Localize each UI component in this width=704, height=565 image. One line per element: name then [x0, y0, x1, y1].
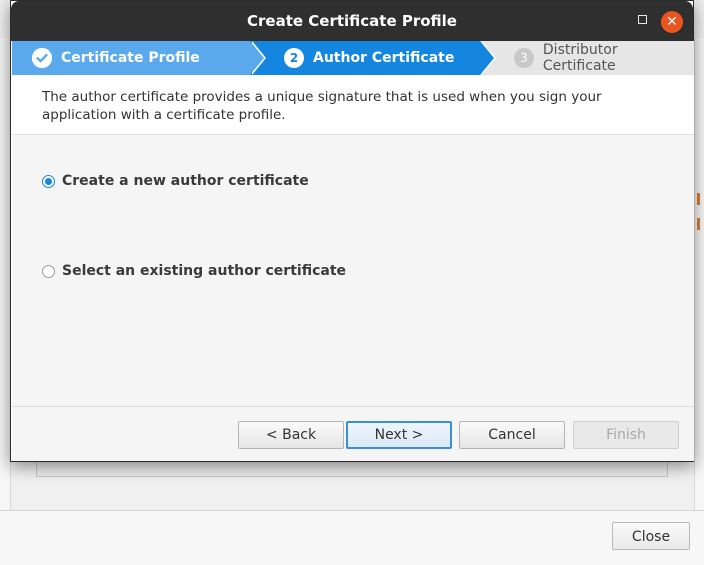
wizard-steps: Certificate Profile 2 Author Certificate… — [12, 41, 694, 75]
option-label[interactable]: Select an existing author certificate — [62, 263, 346, 279]
step-number: 3 — [514, 48, 534, 68]
step-label: Certificate Profile — [61, 50, 200, 66]
scroll-marker — [697, 218, 700, 230]
scroll-marker — [697, 193, 700, 205]
option-create-new[interactable]: Create a new author certificate — [42, 173, 309, 189]
description-text: The author certificate provides a unique… — [42, 89, 602, 123]
radio-select-existing[interactable] — [42, 264, 55, 278]
step-label: Author Certificate — [313, 50, 455, 66]
description-panel: The author certificate provides a unique… — [12, 75, 694, 135]
parent-panel — [36, 462, 668, 477]
radio-create-new[interactable] — [42, 174, 55, 188]
step-number: 2 — [284, 48, 304, 68]
back-button[interactable]: < Back — [238, 421, 344, 449]
close-icon[interactable]: ✕ — [661, 11, 683, 33]
step-separator — [480, 41, 494, 75]
option-label[interactable]: Create a new author certificate — [62, 173, 309, 189]
option-select-existing[interactable]: Select an existing author certificate — [42, 263, 346, 279]
parent-right-edge — [694, 38, 704, 510]
create-certificate-profile-dialog: Create Certificate Profile ✕ Certificate… — [10, 0, 694, 462]
cancel-button[interactable]: Cancel — [459, 421, 565, 449]
checkmark-icon — [32, 48, 52, 68]
dialog-titlebar: Create Certificate Profile ✕ — [11, 1, 693, 41]
dialog-title: Create Certificate Profile — [247, 12, 457, 30]
step-distributor-certificate[interactable]: 3 Distributor Certificate — [480, 41, 694, 75]
options-panel: Create a new author certificate Select a… — [12, 135, 694, 407]
finish-button: Finish — [573, 421, 679, 449]
parent-footer: Close — [0, 510, 704, 565]
step-certificate-profile[interactable]: Certificate Profile — [12, 41, 250, 75]
next-button[interactable]: Next > — [346, 421, 452, 449]
step-separator — [250, 41, 264, 75]
step-author-certificate[interactable]: 2 Author Certificate — [250, 41, 480, 75]
maximize-icon[interactable] — [638, 15, 647, 24]
step-label: Distributor Certificate — [542, 42, 618, 74]
dialog-footer: < Back Next > Cancel Finish — [12, 407, 694, 461]
parent-close-button[interactable]: Close — [612, 522, 690, 550]
